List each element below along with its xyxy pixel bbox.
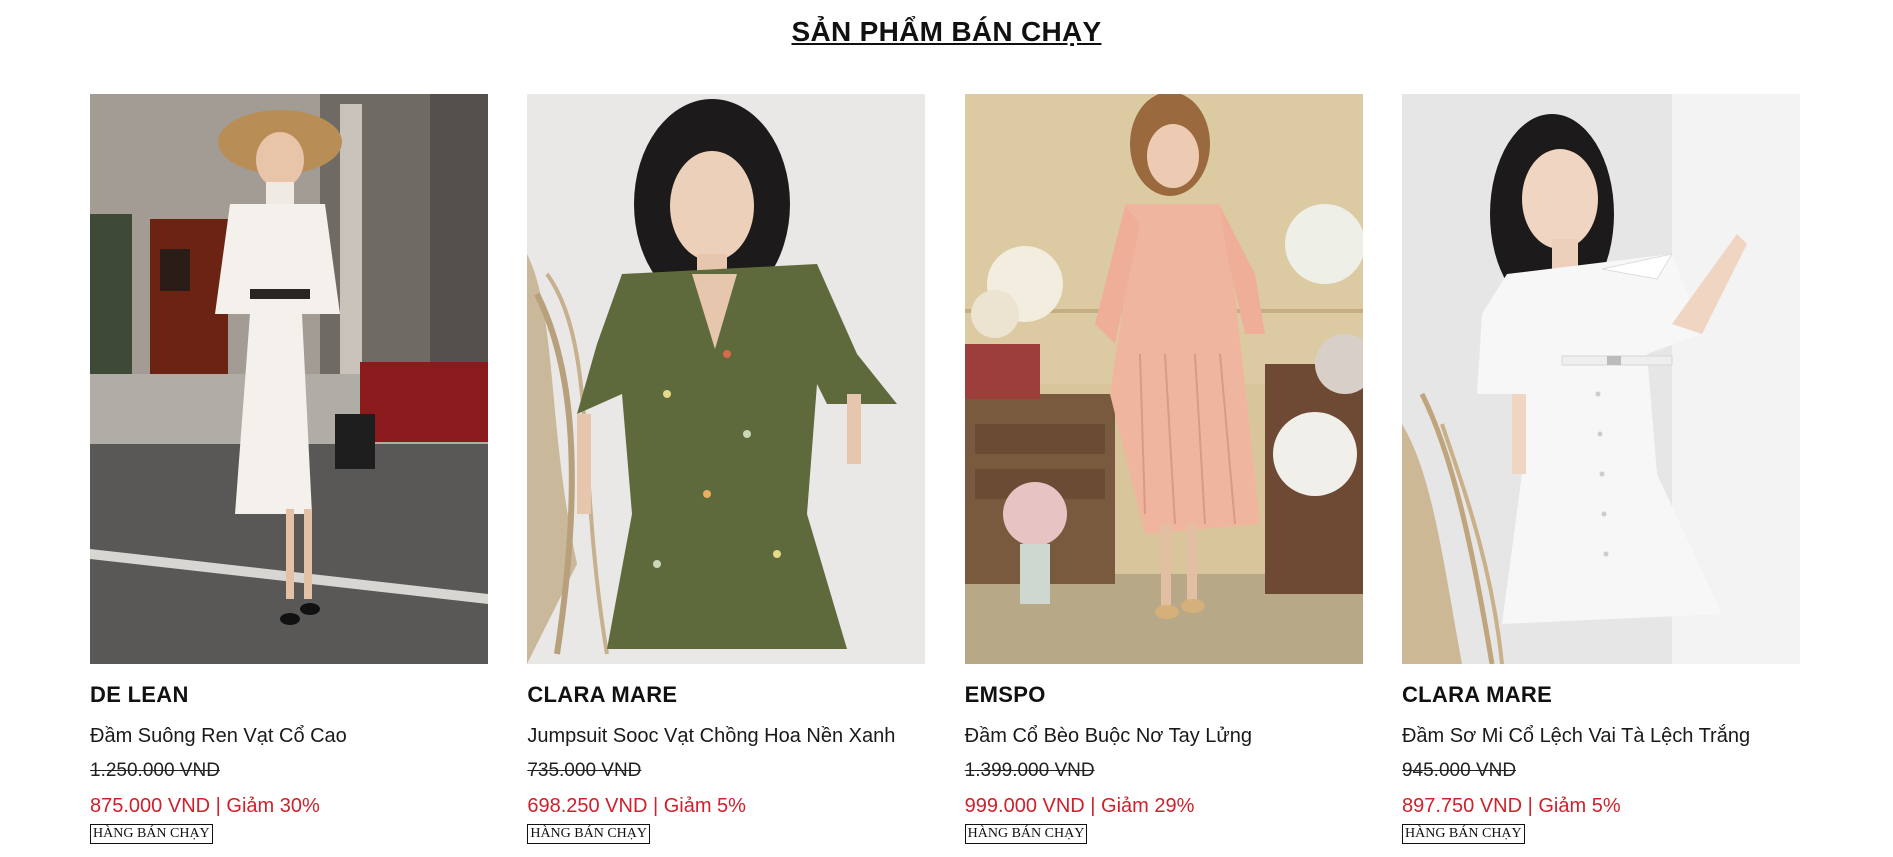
product-card[interactable]: CLARA MARE Jumpsuit Sooc Vạt Chồng Hoa N… xyxy=(527,94,926,844)
product-image[interactable] xyxy=(527,94,926,664)
product-original-price: 1.399.000 VND xyxy=(964,760,1095,781)
product-original-price: 1.250.000 VND xyxy=(90,760,220,781)
section-title: SẢN PHẨM BÁN CHẠY xyxy=(791,16,1102,47)
product-sale-price: 999.000 VND xyxy=(964,795,1085,817)
product-photo-green-floral-jumpsuit xyxy=(527,94,926,664)
product-name[interactable]: Đầm Sơ Mi Cổ Lệch Vai Tà Lệch Trắng xyxy=(1402,722,1800,750)
product-sale-line: 698.250 VND | Giảm 5% xyxy=(527,792,925,820)
price-separator: | xyxy=(1522,795,1539,817)
price-separator: | xyxy=(210,795,227,817)
bestseller-badge: HÀNG BÁN CHẠY xyxy=(1401,824,1525,844)
product-sale-line: 897.750 VND | Giảm 5% xyxy=(1402,792,1800,820)
product-discount: Giảm 5% xyxy=(663,795,746,817)
product-image[interactable] xyxy=(1401,94,1800,664)
product-image[interactable] xyxy=(964,94,1363,664)
bestseller-badge: HÀNG BÁN CHẠY xyxy=(527,824,650,844)
price-separator: | xyxy=(647,795,664,817)
product-name[interactable]: Đầm Suông Ren Vạt Cổ Cao xyxy=(90,722,488,750)
product-card[interactable]: CLARA MARE Đầm Sơ Mi Cổ Lệch Vai Tà Lệch… xyxy=(1401,94,1800,844)
product-original-price: 945.000 VND xyxy=(1401,760,1517,781)
product-card[interactable]: EMSPO Đầm Cổ Bèo Buộc Nơ Tay Lửng 1.399.… xyxy=(964,94,1363,844)
product-photo-white-lace-dress xyxy=(90,94,488,664)
product-brand[interactable]: EMSPO xyxy=(965,680,1363,710)
product-discount: Giảm 29% xyxy=(1101,795,1195,817)
product-grid: DE LEAN Đầm Suông Ren Vạt Cổ Cao 1.250.0… xyxy=(90,94,1800,844)
product-sale-price: 875.000 VND xyxy=(90,795,211,817)
product-discount: Giảm 30% xyxy=(226,795,320,817)
product-brand[interactable]: DE LEAN xyxy=(90,680,488,710)
product-brand[interactable]: CLARA MARE xyxy=(1402,680,1800,710)
product-card[interactable]: DE LEAN Đầm Suông Ren Vạt Cổ Cao 1.250.0… xyxy=(90,94,488,844)
product-name[interactable]: Đầm Cổ Bèo Buộc Nơ Tay Lửng xyxy=(965,722,1363,750)
product-brand[interactable]: CLARA MARE xyxy=(527,680,925,710)
product-original-price: 735.000 VND xyxy=(527,760,642,781)
product-sale-price: 698.250 VND xyxy=(527,795,648,817)
product-photo-pink-floral-dress xyxy=(964,94,1363,664)
price-separator: | xyxy=(1084,795,1102,817)
product-photo-white-shirt-dress xyxy=(1401,94,1800,664)
bestseller-badge: HÀNG BÁN CHẠY xyxy=(964,824,1088,844)
bestseller-badge: HÀNG BÁN CHẠY xyxy=(90,824,213,844)
product-discount: Giảm 5% xyxy=(1538,795,1621,817)
product-sale-line: 999.000 VND | Giảm 29% xyxy=(965,792,1363,820)
product-sale-line: 875.000 VND | Giảm 30% xyxy=(90,792,488,820)
product-image[interactable] xyxy=(90,94,488,664)
product-sale-price: 897.750 VND xyxy=(1401,795,1523,817)
product-name[interactable]: Jumpsuit Sooc Vạt Chồng Hoa Nền Xanh xyxy=(527,722,925,750)
